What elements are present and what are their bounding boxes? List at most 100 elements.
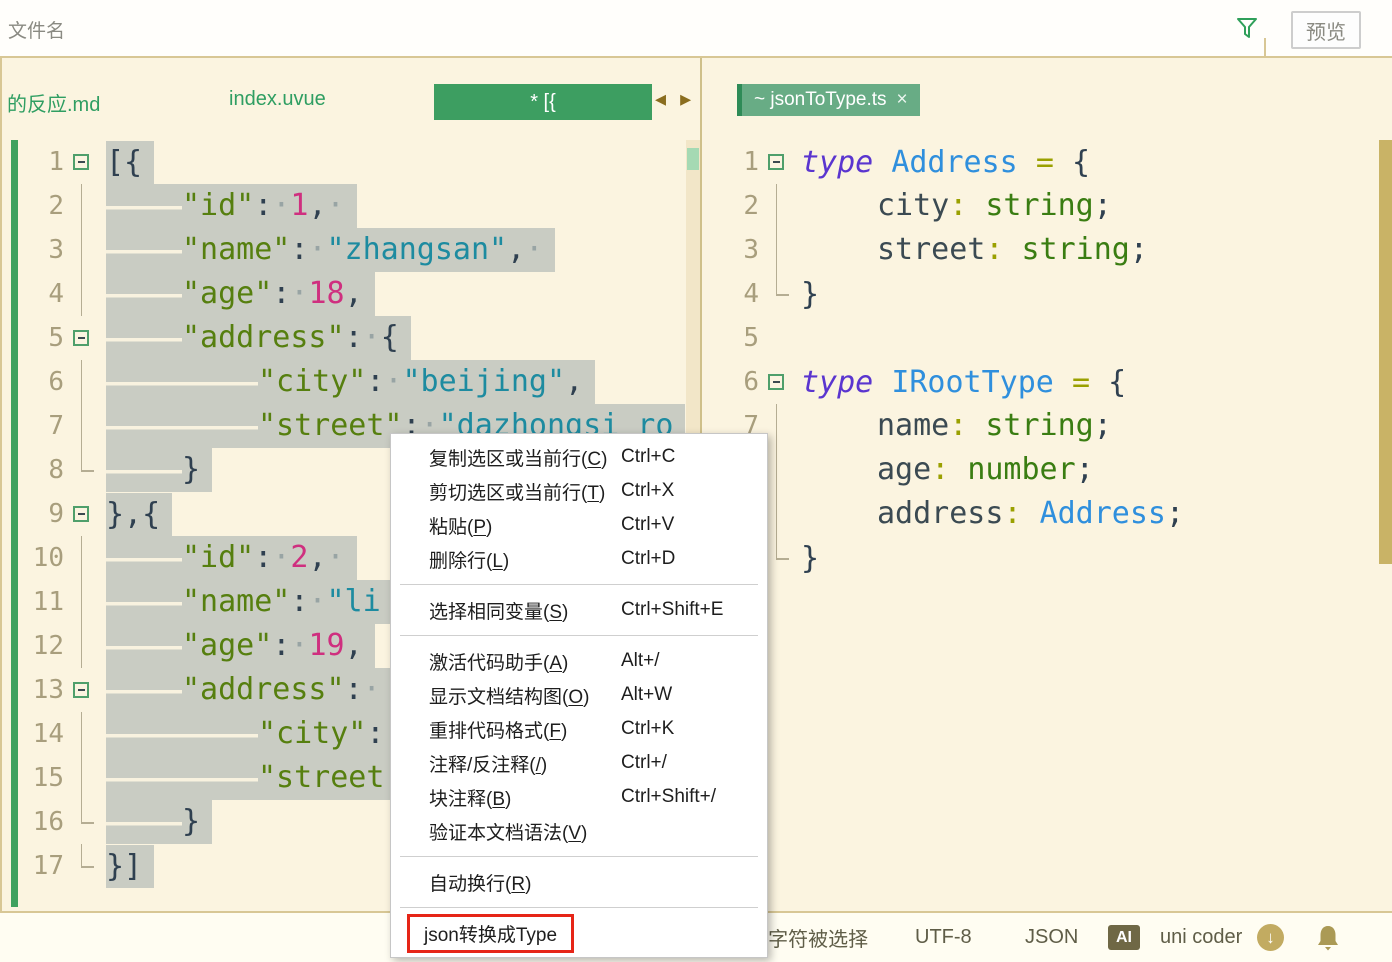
code-text: "address":·	[106, 668, 393, 712]
filter-funnel-icon[interactable]	[1236, 17, 1258, 41]
ai-badge[interactable]: AI	[1108, 925, 1140, 950]
fold-guide	[759, 228, 795, 272]
context-menu-item[interactable]: 自动换行(R)	[391, 865, 767, 899]
code-text: address: Address;	[801, 496, 1184, 532]
code-text: "address":·{	[106, 316, 411, 360]
fold-marker-icon[interactable]	[64, 140, 100, 184]
line-number: 5	[704, 323, 759, 353]
tab-active-json-label: * [{	[530, 91, 556, 114]
context-menu-item[interactable]: 激活代码助手(A)Alt+/	[391, 644, 767, 678]
menu-item-label: json转换成Type	[407, 914, 574, 953]
code-line[interactable]: 10}	[704, 536, 1392, 580]
selection-count: 4字符被选择	[757, 913, 868, 962]
code-text: }	[106, 800, 212, 844]
menu-item-label: 选择相同变量(S)	[429, 597, 568, 624]
code-line[interactable]: 7name: string;	[704, 404, 1392, 448]
code-text: age: number;	[801, 452, 1094, 488]
fold-guide	[64, 712, 100, 756]
code-line[interactable]: 1[{	[2, 140, 700, 184]
context-menu-item[interactable]: 删除行(L)Ctrl+D	[391, 542, 767, 576]
code-line[interactable]: 4}	[704, 272, 1392, 316]
code-line[interactable]: 3 street: string;	[704, 228, 1392, 272]
code-line[interactable]: 6"city":·"beijing",	[2, 360, 700, 404]
code-text: "city":·"beijing",	[106, 360, 595, 404]
menu-item-json-to-type[interactable]: json转换成Type	[391, 916, 767, 950]
menu-separator	[400, 584, 758, 585]
fold-guide	[64, 756, 100, 800]
download-icon[interactable]: ↓	[1257, 924, 1284, 951]
bell-notification-icon[interactable]	[1316, 924, 1340, 951]
tab-scroll-arrows[interactable]: ◂ ▸	[655, 86, 695, 112]
context-menu-item[interactable]: 验证本文档语法(V)	[391, 814, 767, 848]
context-menu-item[interactable]: 注释/反注释(/)Ctrl+/	[391, 746, 767, 780]
code-line[interactable]: 8age: number;	[704, 448, 1392, 492]
fold-guide	[64, 228, 100, 272]
line-number: 3	[704, 235, 759, 265]
menu-separator	[400, 907, 758, 908]
code-text: "id":·2,·	[106, 536, 357, 580]
code-text: "name":·"li	[106, 580, 393, 624]
panel-corner-line	[1264, 38, 1266, 56]
menu-item-shortcut: Alt+W	[621, 684, 672, 706]
fold-guide	[64, 624, 100, 668]
code-text: type Address = {	[801, 145, 1090, 180]
filename-column-header: 文件名	[8, 16, 65, 43]
tab-active-json[interactable]: * [{	[434, 84, 652, 120]
code-line[interactable]: 2"id":·1,·	[2, 184, 700, 228]
context-menu-item[interactable]: 显示文档结构图(O)Alt+W	[391, 678, 767, 712]
encoding-indicator[interactable]: UTF-8	[915, 913, 972, 962]
code-text: name: string;	[801, 408, 1112, 444]
code-line[interactable]: 4"age":·18,	[2, 272, 700, 316]
context-menu-item[interactable]: 粘贴(P) Ctrl+V	[391, 508, 767, 542]
scrollbar-selection-mark	[687, 148, 699, 170]
code-text: [{	[106, 141, 154, 184]
tab-md-file[interactable]: 的反应.md	[7, 88, 100, 117]
line-number: 2	[704, 191, 759, 221]
context-menu-item[interactable]: 剪切选区或当前行(T)Ctrl+X	[391, 474, 767, 508]
fold-marker-icon[interactable]	[759, 360, 795, 404]
code-line[interactable]: 1type Address = {	[704, 140, 1392, 184]
fold-guide	[64, 272, 100, 316]
syntax-mode-indicator[interactable]: JSON	[1025, 913, 1078, 962]
menu-item-label: 粘贴(P)	[429, 512, 492, 539]
context-menu-item[interactable]: 复制选区或当前行(C)Ctrl+C	[391, 440, 767, 474]
code-text: street: string;	[801, 232, 1148, 268]
code-text: "name":·"zhangsan",·	[106, 228, 555, 272]
fold-guide	[64, 404, 100, 448]
close-icon[interactable]: ×	[897, 89, 908, 111]
menu-item-label: 自动换行(R)	[429, 869, 531, 896]
menu-item-shortcut: Alt+/	[621, 650, 660, 672]
code-text: "age":·19,	[106, 624, 375, 668]
fold-guide	[759, 316, 795, 360]
context-menu-item[interactable]: 选择相同变量(S) Ctrl+Shift+E	[391, 593, 767, 627]
code-text: "city":	[106, 712, 396, 756]
preview-button[interactable]: 预览	[1291, 11, 1361, 49]
fold-marker-icon[interactable]	[64, 492, 100, 536]
code-line[interactable]: 9address: Address;	[704, 492, 1392, 536]
code-line[interactable]: 3"name":·"zhangsan",·	[2, 228, 700, 272]
fold-marker-icon[interactable]	[64, 316, 100, 360]
fold-guide	[64, 184, 100, 228]
tab-jsontotype-label: ~ jsonToType.ts	[754, 89, 887, 111]
code-line[interactable]: 5"address":·{	[2, 316, 700, 360]
tab-jsontotype-ts[interactable]: ~ jsonToType.ts ×	[737, 84, 920, 116]
right-scrollbar-thumb[interactable]	[1379, 140, 1392, 564]
uni-coder-label[interactable]: uni coder	[1160, 913, 1242, 962]
menu-item-label: 块注释(B)	[429, 784, 511, 811]
code-line[interactable]: 2city: string;	[704, 184, 1392, 228]
fold-marker-icon[interactable]	[64, 668, 100, 712]
fold-marker-icon[interactable]	[759, 140, 795, 184]
context-menu-item[interactable]: 块注释(B) Ctrl+Shift+/	[391, 780, 767, 814]
tab-index-uvue[interactable]: index.uvue	[229, 88, 326, 111]
context-menu: 复制选区或当前行(C)Ctrl+C剪切选区或当前行(T)Ctrl+X 粘贴(P) C…	[390, 433, 768, 958]
fold-guide	[64, 800, 100, 844]
menu-separator	[400, 856, 758, 857]
menu-item-shortcut: Ctrl+Shift+/	[621, 786, 716, 808]
code-text: type IRootType = {	[801, 365, 1126, 400]
context-menu-item[interactable]: 重排代码格式(F)Ctrl+K	[391, 712, 767, 746]
menu-item-shortcut: Ctrl+Shift+E	[621, 599, 723, 621]
code-line[interactable]: 6type IRootType = {	[704, 360, 1392, 404]
fold-guide	[64, 536, 100, 580]
menu-item-shortcut: Ctrl+V	[621, 514, 674, 536]
code-line[interactable]: 5	[704, 316, 1392, 360]
